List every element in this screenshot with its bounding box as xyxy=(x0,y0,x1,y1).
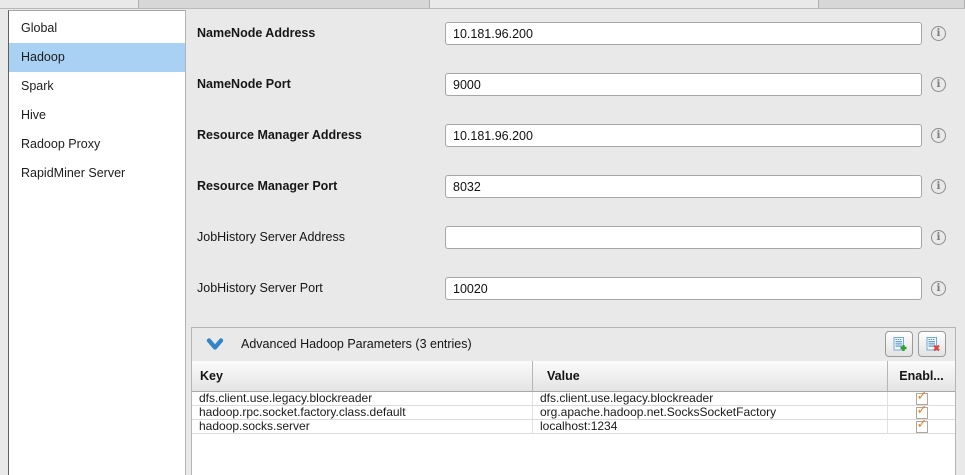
enabled-checkbox[interactable]: ✓ xyxy=(916,421,928,433)
sidebar-item-radoop-proxy[interactable]: Radoop Proxy xyxy=(9,130,185,159)
namenode-port-input[interactable] xyxy=(445,73,922,96)
info-icon[interactable]: i xyxy=(931,281,946,296)
param-enabled-cell: ✓ xyxy=(888,420,955,433)
jobhistory-server-address-input[interactable] xyxy=(445,226,922,249)
jobhistory-server-port-label: JobHistory Server Port xyxy=(197,277,323,300)
add-parameter-button[interactable] xyxy=(885,331,913,357)
check-icon: ✓ xyxy=(917,406,928,416)
sidebar-item-hive[interactable]: Hive xyxy=(9,101,185,130)
chevron-down-icon[interactable] xyxy=(206,338,224,351)
table-row[interactable]: hadoop.rpc.socket.factory.class.default … xyxy=(192,406,955,420)
resource-manager-port-input[interactable] xyxy=(445,175,922,198)
info-icon[interactable]: i xyxy=(931,128,946,143)
info-icon[interactable]: i xyxy=(931,77,946,92)
namenode-port-label: NameNode Port xyxy=(197,73,291,96)
param-key-cell[interactable]: hadoop.rpc.socket.factory.class.default xyxy=(192,406,533,419)
jobhistory-server-address-label: JobHistory Server Address xyxy=(197,226,345,249)
info-icon[interactable]: i xyxy=(931,26,946,41)
sidebar-item-global[interactable]: Global xyxy=(9,14,185,43)
table-header-row: Key Value Enabl... xyxy=(192,361,955,392)
cropped-field-remnant xyxy=(818,0,965,8)
sidebar-item-spark[interactable]: Spark xyxy=(9,72,185,101)
param-key-cell[interactable]: hadoop.socks.server xyxy=(192,420,533,433)
resource-manager-address-input[interactable] xyxy=(445,124,922,147)
parameters-table: Key Value Enabl... dfs.client.use.legacy… xyxy=(192,361,955,475)
top-divider xyxy=(0,8,965,9)
remove-entry-icon xyxy=(924,336,941,353)
check-icon: ✓ xyxy=(917,392,928,402)
field-row: JobHistory Server Address i xyxy=(187,226,965,249)
connection-settings-panel: Global Hadoop Spark Hive Radoop Proxy Ra… xyxy=(0,0,965,475)
param-value-cell[interactable]: localhost:1234 xyxy=(533,420,888,433)
column-header-enabled[interactable]: Enabl... xyxy=(888,361,955,391)
sidebar-item-hadoop[interactable]: Hadoop xyxy=(9,43,185,72)
cropped-field-remnant xyxy=(138,0,430,8)
resource-manager-port-label: Resource Manager Port xyxy=(197,175,337,198)
param-key-cell[interactable]: dfs.client.use.legacy.blockreader xyxy=(192,392,533,405)
sidebar-item-rapidminer-server[interactable]: RapidMiner Server xyxy=(9,159,185,188)
resource-manager-address-label: Resource Manager Address xyxy=(197,124,362,147)
add-entry-icon xyxy=(891,336,908,353)
advanced-section-title: Advanced Hadoop Parameters (3 entries) xyxy=(241,328,472,361)
hadoop-settings-form: NameNode Address i NameNode Port i Resou… xyxy=(187,10,965,475)
remove-parameter-button[interactable] xyxy=(918,331,946,357)
jobhistory-server-port-input[interactable] xyxy=(445,277,922,300)
namenode-address-label: NameNode Address xyxy=(197,22,315,45)
advanced-section-header: Advanced Hadoop Parameters (3 entries) xyxy=(192,328,955,361)
param-enabled-cell: ✓ xyxy=(888,406,955,419)
table-row[interactable]: hadoop.socks.server localhost:1234 ✓ xyxy=(192,420,955,434)
field-row: Resource Manager Port i xyxy=(187,175,965,198)
column-header-key[interactable]: Key xyxy=(192,361,533,391)
field-row: NameNode Address i xyxy=(187,22,965,45)
advanced-hadoop-parameters-section: Advanced Hadoop Parameters (3 entries) xyxy=(191,327,956,475)
param-value-cell[interactable]: org.apache.hadoop.net.SocksSocketFactory xyxy=(533,406,888,419)
enabled-checkbox[interactable]: ✓ xyxy=(916,393,928,405)
param-enabled-cell: ✓ xyxy=(888,392,955,405)
info-icon[interactable]: i xyxy=(931,230,946,245)
info-icon[interactable]: i xyxy=(931,179,946,194)
settings-category-list: Global Hadoop Spark Hive Radoop Proxy Ra… xyxy=(8,10,186,475)
check-icon: ✓ xyxy=(917,420,928,430)
field-row: NameNode Port i xyxy=(187,73,965,96)
field-row: Resource Manager Address i xyxy=(187,124,965,147)
enabled-checkbox[interactable]: ✓ xyxy=(916,407,928,419)
table-row[interactable]: dfs.client.use.legacy.blockreader dfs.cl… xyxy=(192,392,955,406)
namenode-address-input[interactable] xyxy=(445,22,922,45)
param-value-cell[interactable]: dfs.client.use.legacy.blockreader xyxy=(533,392,888,405)
column-header-value[interactable]: Value xyxy=(533,361,888,391)
field-row: JobHistory Server Port i xyxy=(187,277,965,300)
